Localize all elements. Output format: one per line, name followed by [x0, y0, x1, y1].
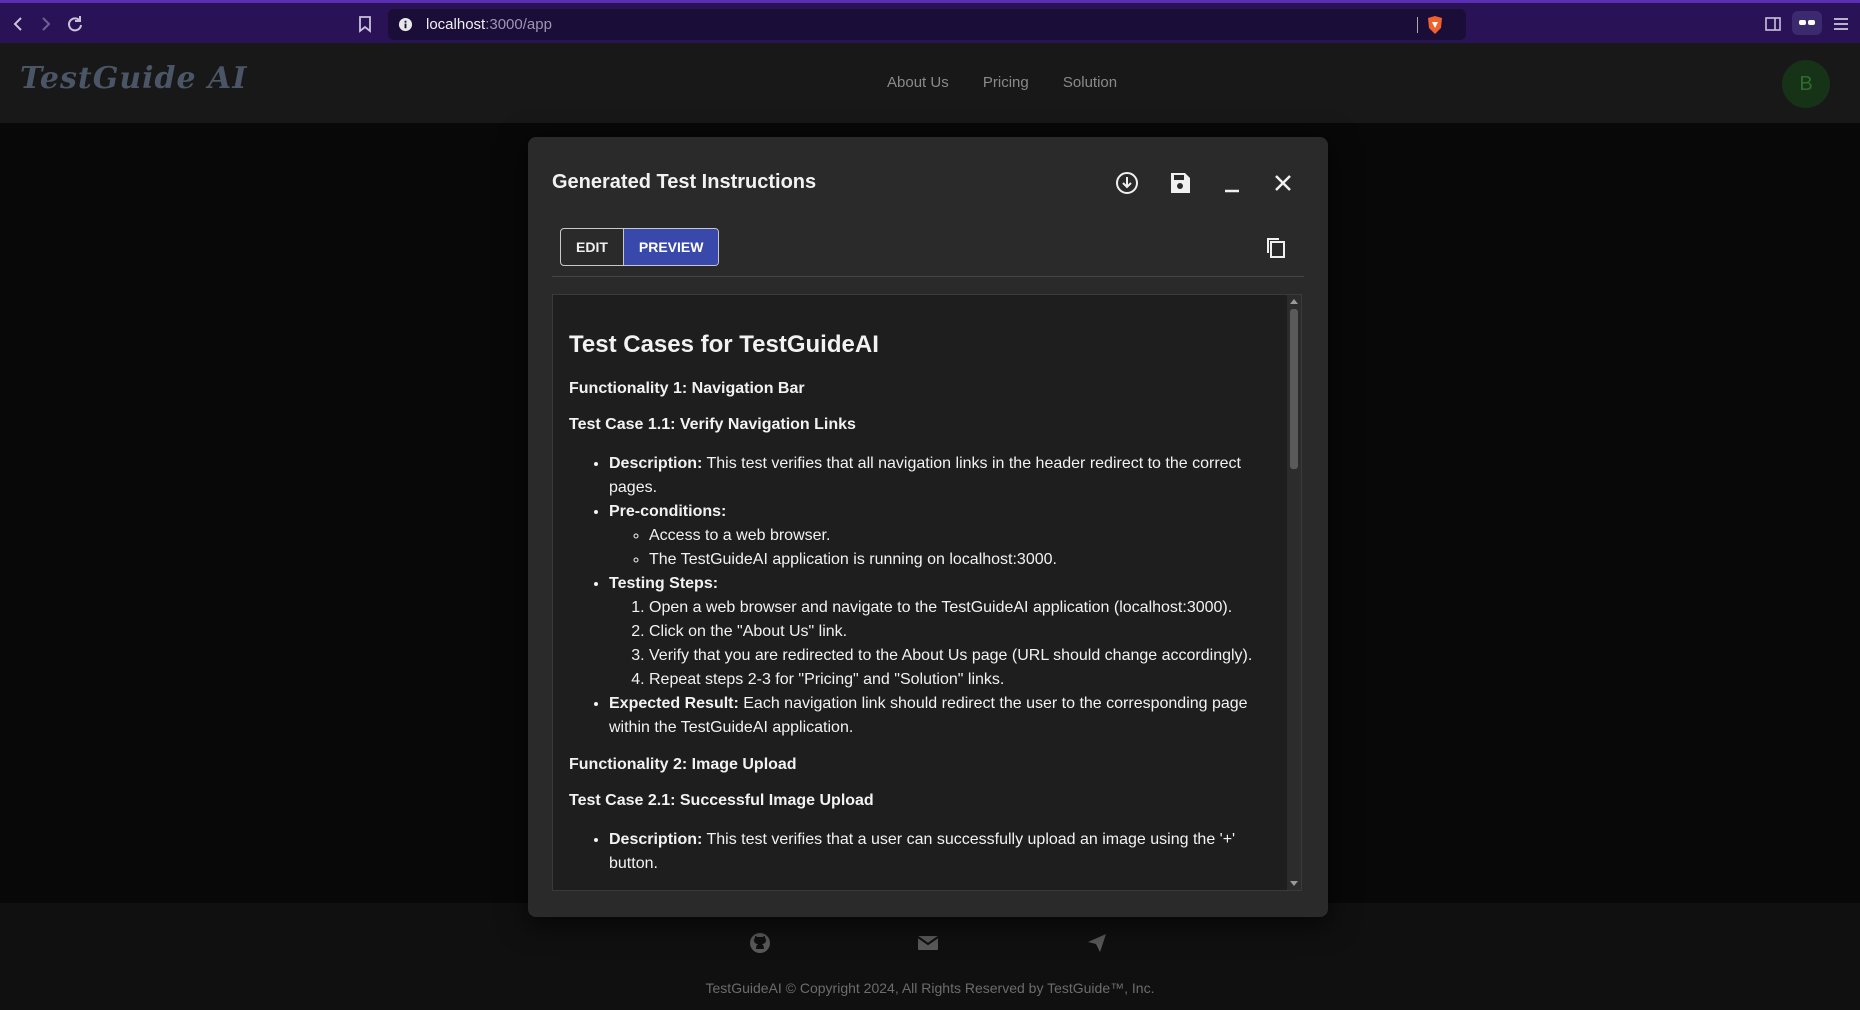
- list-item: Description: This test verifies that a u…: [609, 828, 1269, 876]
- scroll-down-icon[interactable]: [1290, 881, 1298, 886]
- bookmark-icon[interactable]: [354, 13, 376, 35]
- sidebar-icon[interactable]: [1762, 13, 1784, 35]
- list-item: Click on the "About Us" link.: [649, 620, 1269, 644]
- list-item: Access to a web browser.: [649, 524, 1269, 548]
- test-instructions-dialog: Generated Test Instructions EDIT PREVIEW…: [528, 137, 1328, 917]
- list-item: Verify that you are redirected to the Ab…: [649, 644, 1269, 668]
- nav-about-us[interactable]: About Us: [887, 74, 949, 91]
- main-nav: About Us Pricing Solution: [887, 74, 1147, 91]
- tab-edit[interactable]: EDIT: [561, 229, 623, 265]
- list-item: Repeat steps 2-3 for "Pricing" and "Solu…: [649, 668, 1269, 692]
- minimize-icon[interactable]: [1218, 169, 1246, 197]
- test-case-1-1-heading: Test Case 1.1: Verify Navigation Links: [569, 416, 856, 433]
- test-case-2-1-heading: Test Case 2.1: Successful Image Upload: [569, 792, 874, 809]
- scroll-thumb[interactable]: [1290, 309, 1298, 469]
- send-icon[interactable]: [1085, 931, 1109, 955]
- info-icon[interactable]: [398, 17, 413, 37]
- menu-icon[interactable]: [1830, 13, 1852, 35]
- mail-icon[interactable]: [916, 931, 940, 955]
- edit-preview-toggle: EDIT PREVIEW: [560, 228, 720, 266]
- reload-icon[interactable]: [64, 13, 86, 35]
- tab-preview[interactable]: PREVIEW: [622, 229, 719, 265]
- user-avatar[interactable]: B: [1782, 60, 1830, 108]
- preview-scrollbar[interactable]: [1287, 295, 1301, 890]
- app-logo[interactable]: TestGuide AI: [20, 61, 247, 96]
- scroll-up-icon[interactable]: [1290, 299, 1298, 304]
- app-header: TestGuide AI About Us Pricing Solution B: [0, 43, 1860, 123]
- app-footer: TestGuideAI © Copyright 2024, All Rights…: [0, 903, 1860, 1010]
- markdown-preview[interactable]: Test Cases for TestGuideAI Functionality…: [552, 294, 1302, 891]
- footer-copyright: TestGuideAI © Copyright 2024, All Rights…: [705, 980, 1155, 996]
- list-item: The TestGuideAI application is running o…: [649, 548, 1269, 572]
- list-item: Pre-conditions: Access to a web browser.…: [609, 500, 1269, 572]
- copy-icon[interactable]: [1262, 234, 1290, 262]
- nav-solution[interactable]: Solution: [1063, 74, 1117, 91]
- back-icon[interactable]: [8, 13, 30, 35]
- nav-pricing[interactable]: Pricing: [983, 74, 1029, 91]
- functionality-1-heading: Functionality 1: Navigation Bar: [569, 380, 805, 397]
- url-text: localhost:3000/app: [426, 16, 552, 33]
- test-case-1-1-list: Description: This test verifies that all…: [569, 452, 1269, 740]
- list-item: Open a web browser and navigate to the T…: [649, 596, 1269, 620]
- save-icon[interactable]: [1166, 169, 1194, 197]
- functionality-2-heading: Functionality 2: Image Upload: [569, 756, 797, 773]
- github-icon[interactable]: [748, 931, 772, 955]
- url-divider: [1417, 17, 1418, 33]
- browser-toolbar: localhost:3000/app: [0, 0, 1860, 43]
- brave-shield-icon[interactable]: [1426, 15, 1444, 40]
- preview-body: Test Cases for TestGuideAI Functionality…: [569, 295, 1269, 890]
- dialog-title: Generated Test Instructions: [552, 171, 817, 193]
- download-icon[interactable]: [1113, 169, 1141, 197]
- test-case-2-1-list: Description: This test verifies that a u…: [569, 828, 1269, 876]
- doc-heading: Test Cases for TestGuideAI: [569, 331, 879, 358]
- close-icon[interactable]: [1269, 169, 1297, 197]
- list-item: Description: This test verifies that all…: [609, 452, 1269, 500]
- list-item: Testing Steps: Open a web browser and na…: [609, 572, 1269, 692]
- address-bar[interactable]: localhost:3000/app: [388, 9, 1466, 40]
- forward-icon[interactable]: [34, 13, 56, 35]
- dialog-divider: [552, 276, 1304, 277]
- list-item: Expected Result: Each navigation link sh…: [609, 692, 1269, 740]
- extension-icon[interactable]: [1792, 11, 1822, 35]
